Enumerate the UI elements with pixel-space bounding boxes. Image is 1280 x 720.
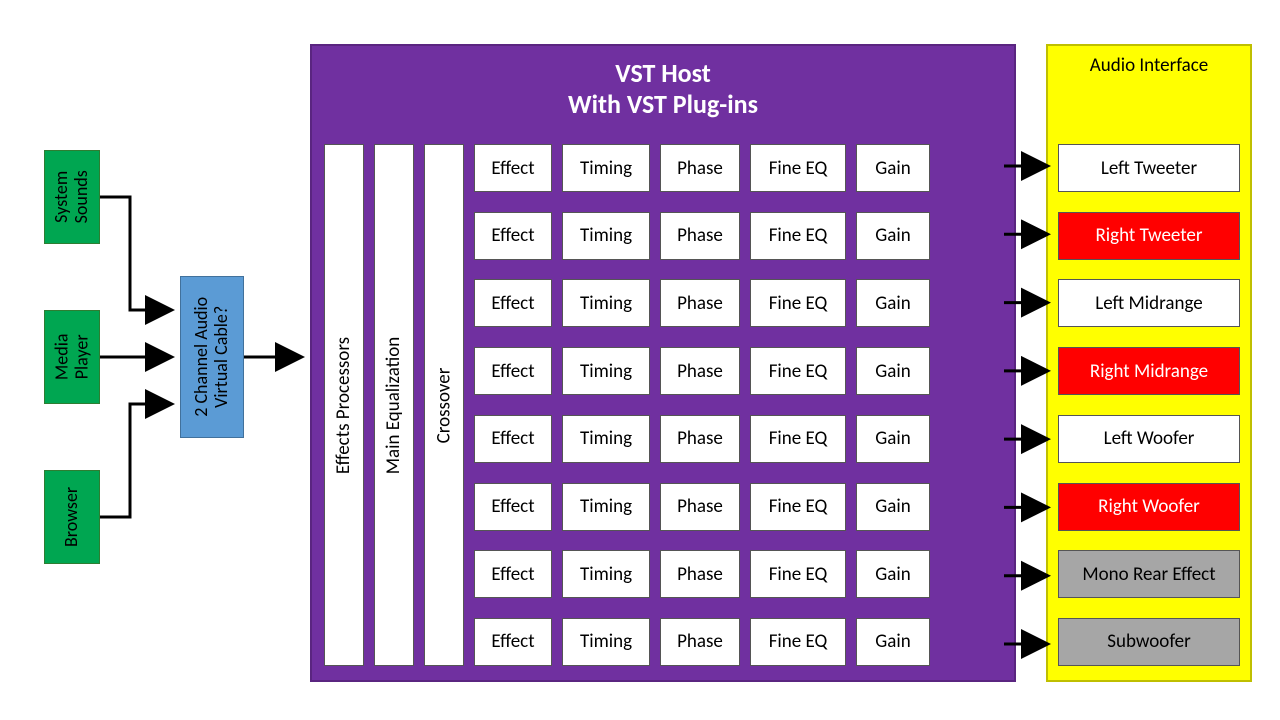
timing-cell: Timing <box>562 279 650 327</box>
gain-cell: Gain <box>856 279 930 327</box>
output-left-midrange: Left Midrange <box>1058 279 1240 327</box>
output-left-woofer: Left Woofer <box>1058 415 1240 463</box>
effect-cell: Effect <box>474 550 552 598</box>
iface-title: Audio Interface <box>1048 54 1250 77</box>
output-right-woofer: Right Woofer <box>1058 483 1240 531</box>
vst-grid-row: EffectTimingPhaseFine EQGain <box>474 347 1002 395</box>
effect-cell: Effect <box>474 144 552 192</box>
fineeq-cell: Fine EQ <box>750 415 846 463</box>
phase-cell: Phase <box>660 618 740 666</box>
iface-body: Left Tweeter Right Tweeter Left Midrange Ri… <box>1058 144 1240 666</box>
source-label: MediaPlayer <box>52 334 92 381</box>
fineeq-cell: Fine EQ <box>750 618 846 666</box>
vst-host-container: VST Host With VST Plug-ins Effects Proce… <box>310 44 1016 682</box>
output-mono-rear-effect: Mono Rear Effect <box>1058 550 1240 598</box>
phase-cell: Phase <box>660 415 740 463</box>
timing-cell: Timing <box>562 550 650 598</box>
phase-cell: Phase <box>660 347 740 395</box>
gain-cell: Gain <box>856 212 930 260</box>
vst-grid-row: EffectTimingPhaseFine EQGain <box>474 618 1002 666</box>
gain-cell: Gain <box>856 347 930 395</box>
timing-cell: Timing <box>562 212 650 260</box>
gain-cell: Gain <box>856 618 930 666</box>
vst-body: Effects Processors Main Equalization Cro… <box>324 144 1002 666</box>
vst-grid-row: EffectTimingPhaseFine EQGain <box>474 415 1002 463</box>
cable-label: 2 Channel AudioVirtual Cable? <box>192 297 232 417</box>
effect-cell: Effect <box>474 415 552 463</box>
timing-cell: Timing <box>562 415 650 463</box>
phase-cell: Phase <box>660 212 740 260</box>
vst-title: VST Host With VST Plug-ins <box>312 58 1014 120</box>
effect-cell: Effect <box>474 618 552 666</box>
output-right-midrange: Right Midrange <box>1058 347 1240 395</box>
vst-grid: EffectTimingPhaseFine EQGainEffectTiming… <box>474 144 1002 666</box>
effects-label: Effects Processors <box>333 336 356 473</box>
vst-grid-row: EffectTimingPhaseFine EQGain <box>474 550 1002 598</box>
fineeq-cell: Fine EQ <box>750 279 846 327</box>
vst-title-line2: With VST Plug-ins <box>312 89 1014 120</box>
virtual-cable: 2 Channel AudioVirtual Cable? <box>180 276 244 438</box>
effect-cell: Effect <box>474 347 552 395</box>
crossover-column: Crossover <box>424 144 464 666</box>
gain-cell: Gain <box>856 483 930 531</box>
phase-cell: Phase <box>660 144 740 192</box>
vst-grid-row: EffectTimingPhaseFine EQGain <box>474 279 1002 327</box>
effect-cell: Effect <box>474 212 552 260</box>
vst-grid-row: EffectTimingPhaseFine EQGain <box>474 144 1002 192</box>
phase-cell: Phase <box>660 279 740 327</box>
fineeq-cell: Fine EQ <box>750 550 846 598</box>
fineeq-cell: Fine EQ <box>750 483 846 531</box>
output-left-tweeter: Left Tweeter <box>1058 144 1240 192</box>
fineeq-cell: Fine EQ <box>750 212 846 260</box>
vst-title-line1: VST Host <box>312 58 1014 89</box>
output-right-tweeter: Right Tweeter <box>1058 212 1240 260</box>
fineeq-cell: Fine EQ <box>750 347 846 395</box>
source-label: Browser <box>62 487 82 547</box>
gain-cell: Gain <box>856 144 930 192</box>
xo-label: Crossover <box>433 367 456 443</box>
timing-cell: Timing <box>562 618 650 666</box>
gain-cell: Gain <box>856 550 930 598</box>
source-media-player: MediaPlayer <box>44 310 100 404</box>
source-browser: Browser <box>44 470 100 564</box>
effect-cell: Effect <box>474 279 552 327</box>
timing-cell: Timing <box>562 483 650 531</box>
phase-cell: Phase <box>660 550 740 598</box>
vst-grid-row: EffectTimingPhaseFine EQGain <box>474 212 1002 260</box>
phase-cell: Phase <box>660 483 740 531</box>
source-system-sounds: SystemSounds <box>44 150 100 244</box>
gain-cell: Gain <box>856 415 930 463</box>
audio-interface-container: Audio Interface Left Tweeter Right Tweete… <box>1046 44 1252 682</box>
timing-cell: Timing <box>562 347 650 395</box>
fineeq-cell: Fine EQ <box>750 144 846 192</box>
main-eq-column: Main Equalization <box>374 144 414 666</box>
effect-cell: Effect <box>474 483 552 531</box>
output-subwoofer: Subwoofer <box>1058 618 1240 666</box>
eq-label: Main Equalization <box>383 336 406 473</box>
vst-grid-row: EffectTimingPhaseFine EQGain <box>474 483 1002 531</box>
source-label: SystemSounds <box>52 170 92 223</box>
timing-cell: Timing <box>562 144 650 192</box>
effects-processors-column: Effects Processors <box>324 144 364 666</box>
